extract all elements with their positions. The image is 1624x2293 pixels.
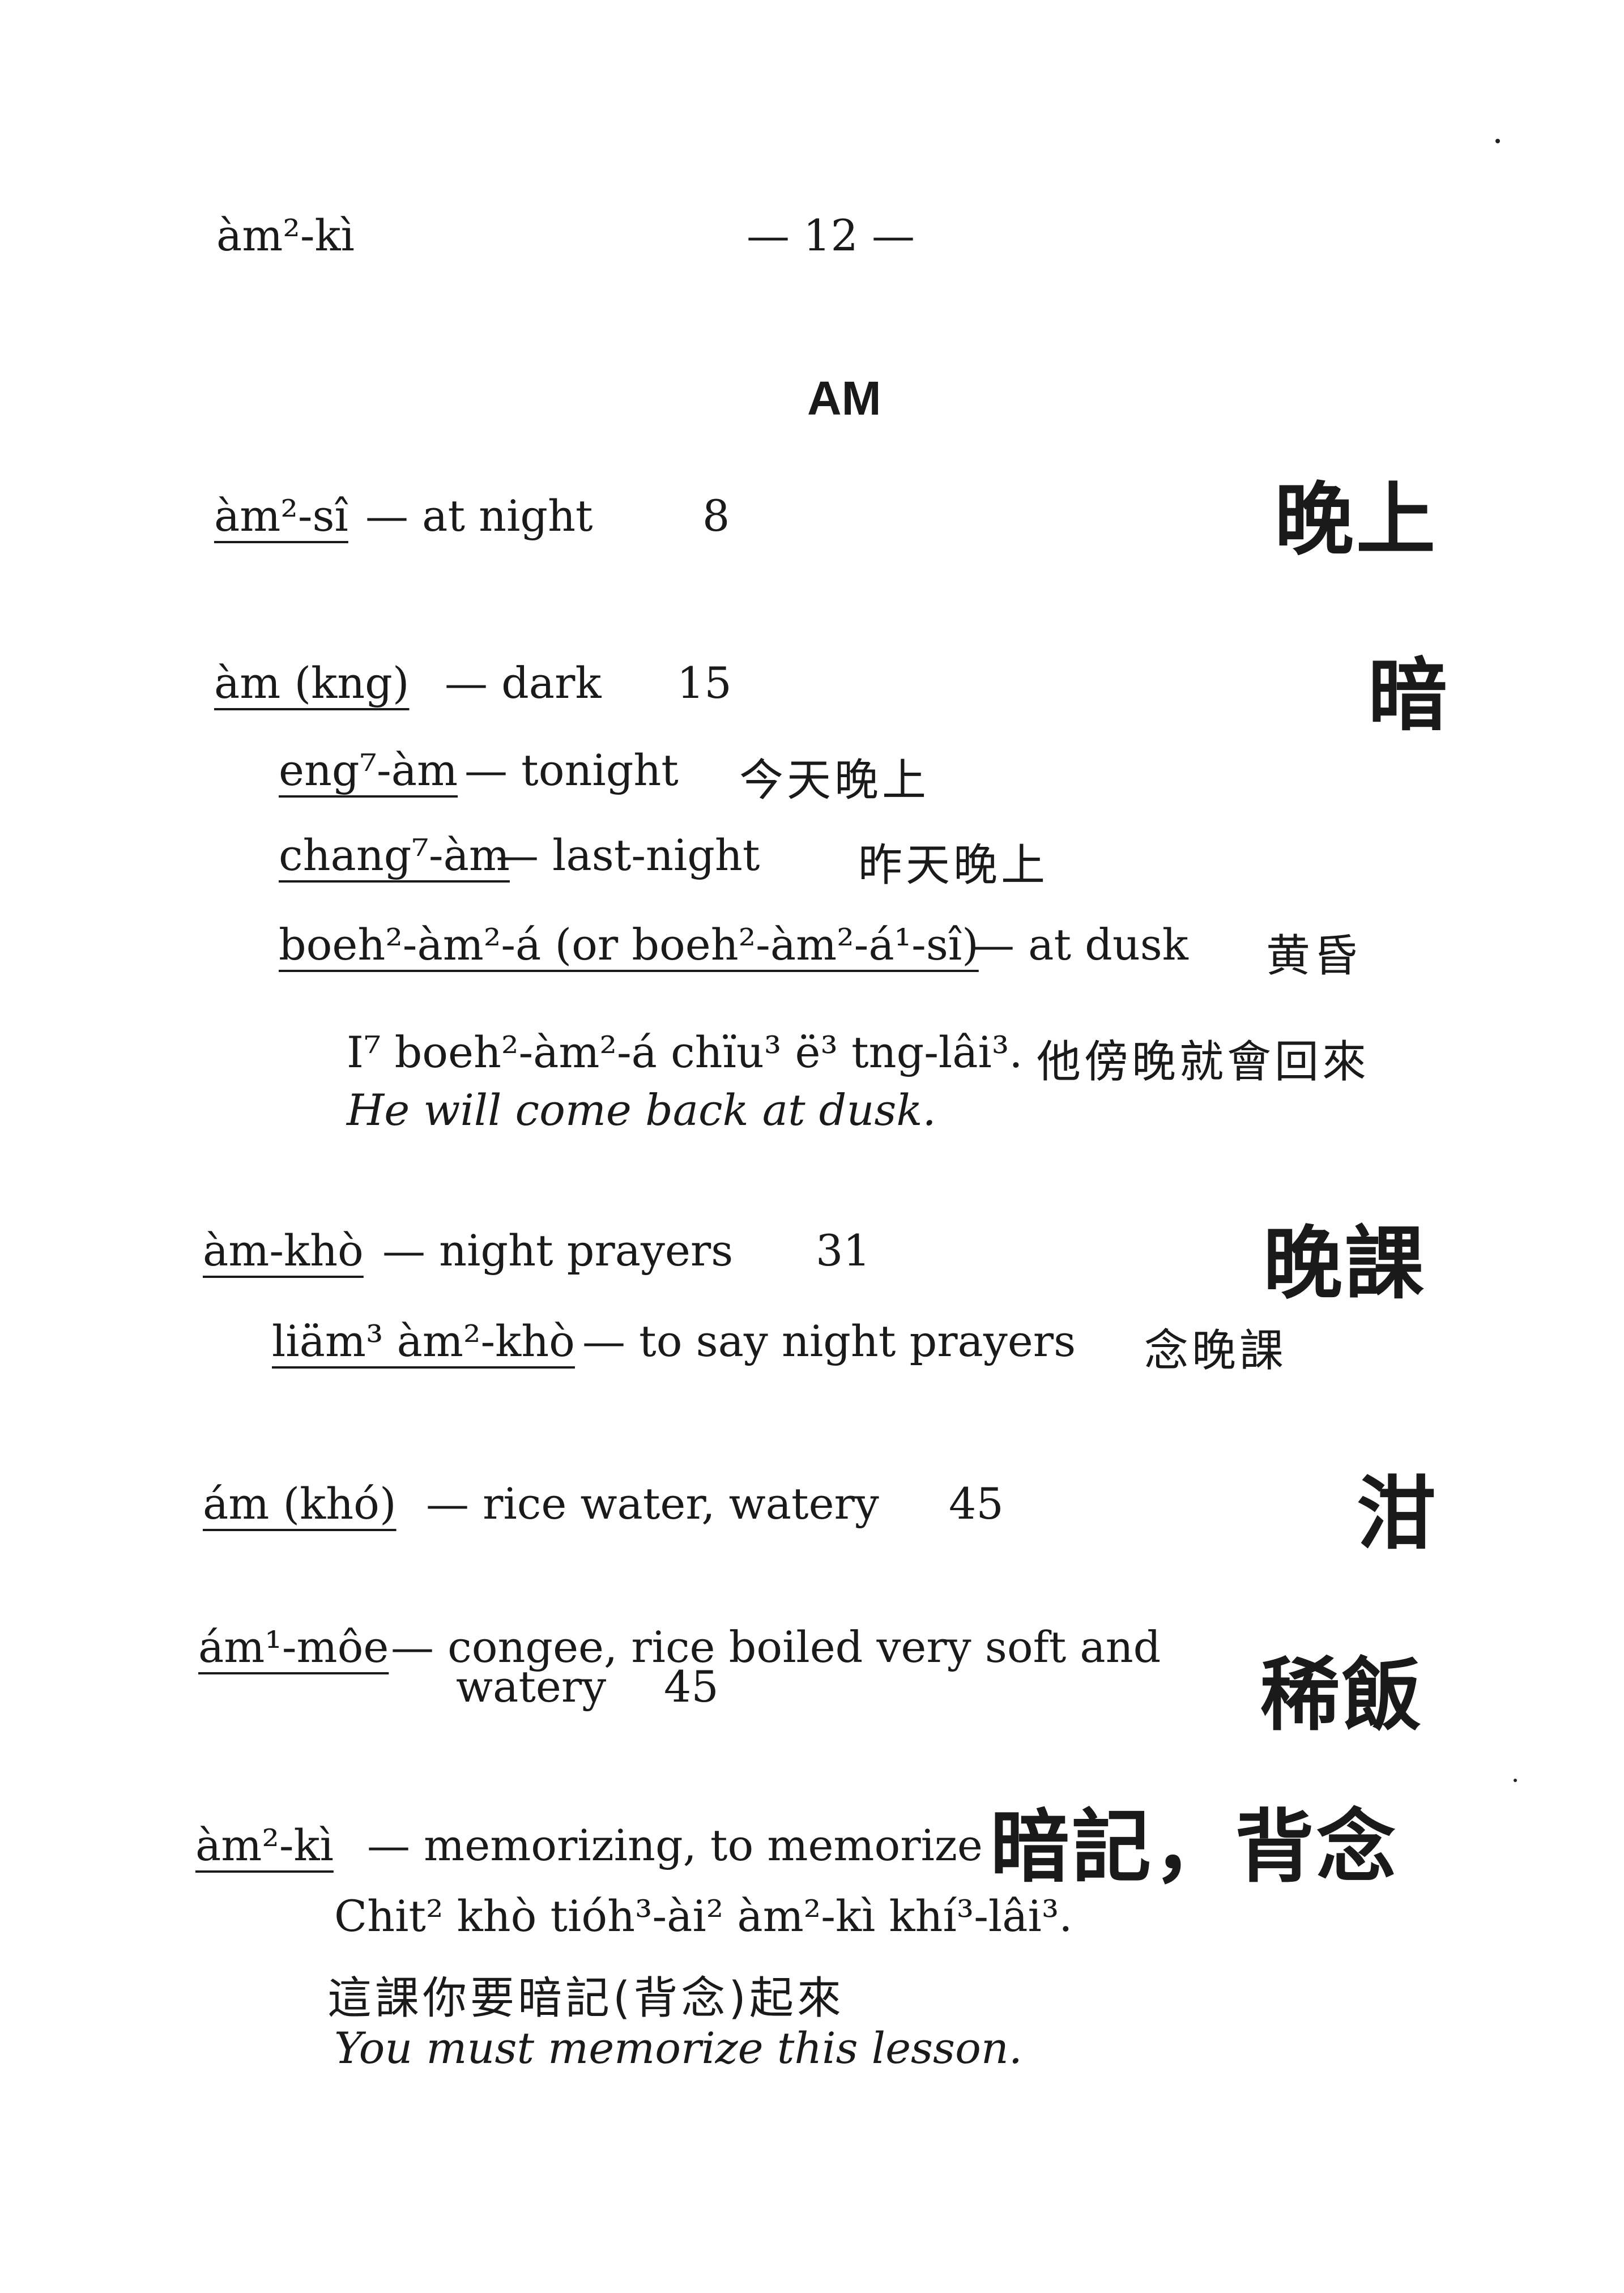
subentry-term: chang⁷-àm — [279, 830, 510, 880]
lesson-number: 45 — [664, 1661, 719, 1712]
subentry-hanzi: 念晚課 — [1144, 1325, 1288, 1376]
print-speck — [1514, 1779, 1517, 1782]
gloss-continued: watery — [456, 1661, 607, 1712]
subentry-gloss: — to say night prayers — [582, 1316, 1076, 1366]
page-number: — 12 — — [747, 210, 915, 261]
gloss: — at night — [365, 491, 593, 541]
hanzi: 晚課 — [1263, 1218, 1427, 1310]
subentry-gloss: — at dusk — [971, 919, 1188, 970]
subentry-term: eng⁷-àm — [279, 745, 458, 795]
gloss: — rice water, watery — [426, 1478, 879, 1529]
subentry-term: liäm³ àm²-khò — [272, 1316, 575, 1366]
subentry-hanzi: 今天晚上 — [739, 755, 930, 806]
hanzi: 稀飯 — [1260, 1650, 1424, 1742]
headword: àm²-sî — [214, 491, 348, 541]
example-hanzi: 這課你要暗記(背念)起來 — [327, 1973, 845, 2024]
hanzi: 泔 — [1357, 1468, 1439, 1561]
hanzi: 暗 — [1368, 650, 1450, 742]
lesson-number: 8 — [702, 491, 730, 541]
subentry-gloss: — tonight — [464, 745, 679, 795]
headword: ám¹-môe — [198, 1622, 389, 1672]
subentry-hanzi: 昨天晚上 — [858, 840, 1049, 891]
example-english: He will come back at dusk. — [347, 1085, 936, 1135]
subentry-hanzi: 黄昏 — [1266, 931, 1362, 982]
headword: àm (kng) — [214, 658, 410, 708]
headword: àm-khò — [203, 1225, 364, 1276]
example-romanized: Chit² khò tióh³-ài² àm²-kì khí³-lâi³. — [334, 1891, 1073, 1941]
print-speck — [1495, 139, 1500, 143]
running-head: àm²-kì — [216, 210, 355, 261]
hanzi: 晚上 — [1275, 474, 1438, 566]
example-hanzi: 他傍晚就會回來 — [1037, 1037, 1370, 1088]
gloss: — dark — [445, 658, 602, 708]
lesson-number: 15 — [677, 658, 732, 708]
subentry-gloss: — last-night — [496, 830, 760, 880]
hanzi: 暗記，背念 — [990, 1801, 1399, 1894]
lesson-number: 45 — [949, 1478, 1004, 1529]
gloss: — memorizing, to memorize — [367, 1820, 983, 1870]
gloss: — night prayers — [382, 1225, 734, 1276]
section-title: AM — [807, 372, 881, 425]
headword: ám (khó) — [203, 1478, 397, 1529]
example-english: You must memorize this lesson. — [334, 2023, 1022, 2073]
example-romanized: I⁷ boeh²-àm²-á chïu³ ë³ tng-lâi³. — [347, 1027, 1023, 1077]
headword: àm²-kì — [195, 1820, 334, 1870]
subentry-term: boeh²-àm²-á (or boeh²-àm²-á¹-sî) — [279, 919, 979, 970]
lesson-number: 31 — [816, 1225, 871, 1276]
